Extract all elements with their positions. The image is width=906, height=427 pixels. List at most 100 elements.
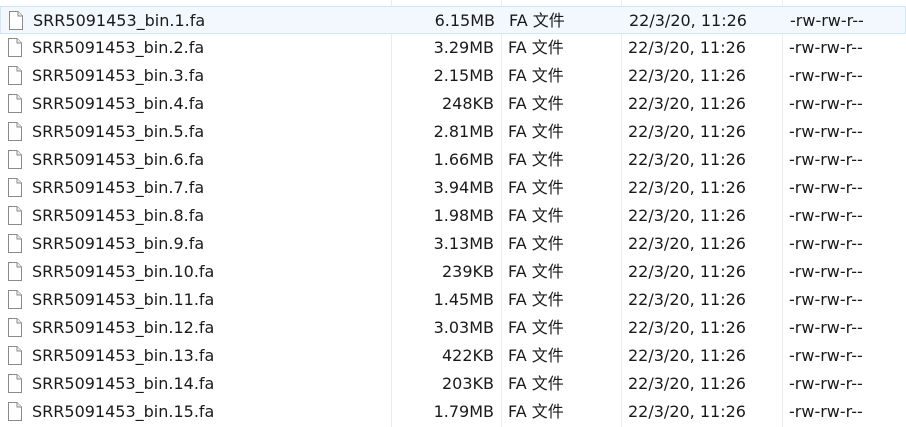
file-name: SRR5091453_bin.1.fa xyxy=(33,11,206,30)
file-row[interactable]: SRR5091453_bin.1.fa 6.15MB FA 文件 22/3/20… xyxy=(0,6,906,34)
document-icon xyxy=(8,146,24,174)
file-row[interactable]: SRR5091453_bin.12.fa 3.03MB FA 文件 22/3/2… xyxy=(0,314,906,342)
file-type: FA 文件 xyxy=(508,178,564,197)
file-row[interactable]: SRR5091453_bin.4.fa 248KB FA 文件 22/3/20,… xyxy=(0,90,906,118)
file-row[interactable]: SRR5091453_bin.6.fa 1.66MB FA 文件 22/3/20… xyxy=(0,146,906,174)
file-type: FA 文件 xyxy=(508,122,564,141)
file-permissions: -rw-rw-r-- xyxy=(790,11,864,30)
file-modified-date: 22/3/20, 11:26 xyxy=(629,11,747,30)
document-icon xyxy=(8,314,24,342)
file-row[interactable]: SRR5091453_bin.8.fa 1.98MB FA 文件 22/3/20… xyxy=(0,202,906,230)
file-size: 1.79MB xyxy=(433,402,494,421)
file-size: 3.94MB xyxy=(433,178,494,197)
file-type: FA 文件 xyxy=(508,234,564,253)
file-modified-date: 22/3/20, 11:26 xyxy=(628,94,746,113)
file-type: FA 文件 xyxy=(508,290,564,309)
file-name: SRR5091453_bin.5.fa xyxy=(32,122,205,141)
file-type: FA 文件 xyxy=(509,11,565,30)
file-row[interactable]: SRR5091453_bin.2.fa 3.29MB FA 文件 22/3/20… xyxy=(0,34,906,62)
file-type: FA 文件 xyxy=(508,66,564,85)
file-type: FA 文件 xyxy=(508,206,564,225)
document-icon xyxy=(8,202,24,230)
file-modified-date: 22/3/20, 11:26 xyxy=(628,122,746,141)
file-row[interactable]: SRR5091453_bin.13.fa 422KB FA 文件 22/3/20… xyxy=(0,342,906,370)
file-name: SRR5091453_bin.6.fa xyxy=(32,150,205,169)
file-name: SRR5091453_bin.8.fa xyxy=(32,206,205,225)
file-permissions: -rw-rw-r-- xyxy=(789,206,863,225)
file-modified-date: 22/3/20, 11:26 xyxy=(628,234,746,253)
file-modified-date: 22/3/20, 11:26 xyxy=(628,290,746,309)
file-row[interactable]: SRR5091453_bin.14.fa 203KB FA 文件 22/3/20… xyxy=(0,370,906,398)
file-modified-date: 22/3/20, 11:26 xyxy=(628,402,746,421)
file-row[interactable]: SRR5091453_bin.5.fa 2.81MB FA 文件 22/3/20… xyxy=(0,118,906,146)
file-size: 2.81MB xyxy=(433,122,494,141)
file-size: 422KB xyxy=(441,346,494,365)
document-icon xyxy=(8,90,24,118)
file-type: FA 文件 xyxy=(508,94,564,113)
document-icon xyxy=(8,118,24,146)
file-size: 1.66MB xyxy=(433,150,494,169)
file-name: SRR5091453_bin.11.fa xyxy=(32,290,215,309)
file-size: 203KB xyxy=(441,374,494,393)
document-icon xyxy=(8,398,24,426)
file-modified-date: 22/3/20, 11:26 xyxy=(628,178,746,197)
file-modified-date: 22/3/20, 11:26 xyxy=(628,66,746,85)
document-icon xyxy=(8,34,24,62)
file-row[interactable]: SRR5091453_bin.10.fa 239KB FA 文件 22/3/20… xyxy=(0,258,906,286)
file-row[interactable]: SRR5091453_bin.11.fa 1.45MB FA 文件 22/3/2… xyxy=(0,286,906,314)
file-size: 6.15MB xyxy=(434,11,495,30)
file-permissions: -rw-rw-r-- xyxy=(789,318,863,337)
document-icon xyxy=(8,174,24,202)
file-type: FA 文件 xyxy=(508,38,564,57)
file-type: FA 文件 xyxy=(508,374,564,393)
file-size: 3.03MB xyxy=(433,318,494,337)
document-icon xyxy=(8,258,24,286)
file-list: SRR5091453_bin.1.fa 6.15MB FA 文件 22/3/20… xyxy=(0,0,906,427)
document-icon xyxy=(8,342,24,370)
file-permissions: -rw-rw-r-- xyxy=(789,38,863,57)
file-type: FA 文件 xyxy=(508,402,564,421)
document-icon xyxy=(8,370,24,398)
file-modified-date: 22/3/20, 11:26 xyxy=(628,206,746,225)
document-icon xyxy=(9,7,25,35)
file-permissions: -rw-rw-r-- xyxy=(789,234,863,253)
document-icon xyxy=(8,286,24,314)
document-icon xyxy=(8,62,24,90)
file-row[interactable]: SRR5091453_bin.9.fa 3.13MB FA 文件 22/3/20… xyxy=(0,230,906,258)
file-size: 2.15MB xyxy=(433,66,494,85)
file-size: 1.45MB xyxy=(433,290,494,309)
file-modified-date: 22/3/20, 11:26 xyxy=(628,150,746,169)
file-permissions: -rw-rw-r-- xyxy=(789,346,863,365)
file-name: SRR5091453_bin.3.fa xyxy=(32,66,205,85)
file-name: SRR5091453_bin.10.fa xyxy=(32,262,215,281)
file-modified-date: 22/3/20, 11:26 xyxy=(628,262,746,281)
file-type: FA 文件 xyxy=(508,150,564,169)
file-permissions: -rw-rw-r-- xyxy=(789,150,863,169)
file-size: 1.98MB xyxy=(433,206,494,225)
file-type: FA 文件 xyxy=(508,318,564,337)
file-size: 3.13MB xyxy=(433,234,494,253)
document-icon xyxy=(8,230,24,258)
file-permissions: -rw-rw-r-- xyxy=(789,402,863,421)
file-row[interactable]: SRR5091453_bin.3.fa 2.15MB FA 文件 22/3/20… xyxy=(0,62,906,90)
file-row[interactable]: SRR5091453_bin.7.fa 3.94MB FA 文件 22/3/20… xyxy=(0,174,906,202)
file-type: FA 文件 xyxy=(508,262,564,281)
file-modified-date: 22/3/20, 11:26 xyxy=(628,346,746,365)
file-permissions: -rw-rw-r-- xyxy=(789,178,863,197)
file-name: SRR5091453_bin.4.fa xyxy=(32,94,205,113)
file-permissions: -rw-rw-r-- xyxy=(789,122,863,141)
file-name: SRR5091453_bin.2.fa xyxy=(32,38,205,57)
file-permissions: -rw-rw-r-- xyxy=(789,66,863,85)
file-size: 3.29MB xyxy=(433,38,494,57)
file-type: FA 文件 xyxy=(508,346,564,365)
file-modified-date: 22/3/20, 11:26 xyxy=(628,38,746,57)
file-modified-date: 22/3/20, 11:26 xyxy=(628,318,746,337)
file-name: SRR5091453_bin.9.fa xyxy=(32,234,205,253)
file-name: SRR5091453_bin.14.fa xyxy=(32,374,215,393)
file-modified-date: 22/3/20, 11:26 xyxy=(628,374,746,393)
file-row[interactable]: SRR5091453_bin.15.fa 1.79MB FA 文件 22/3/2… xyxy=(0,398,906,426)
file-size: 248KB xyxy=(441,94,494,113)
file-permissions: -rw-rw-r-- xyxy=(789,94,863,113)
file-size: 239KB xyxy=(441,262,494,281)
file-name: SRR5091453_bin.12.fa xyxy=(32,318,215,337)
